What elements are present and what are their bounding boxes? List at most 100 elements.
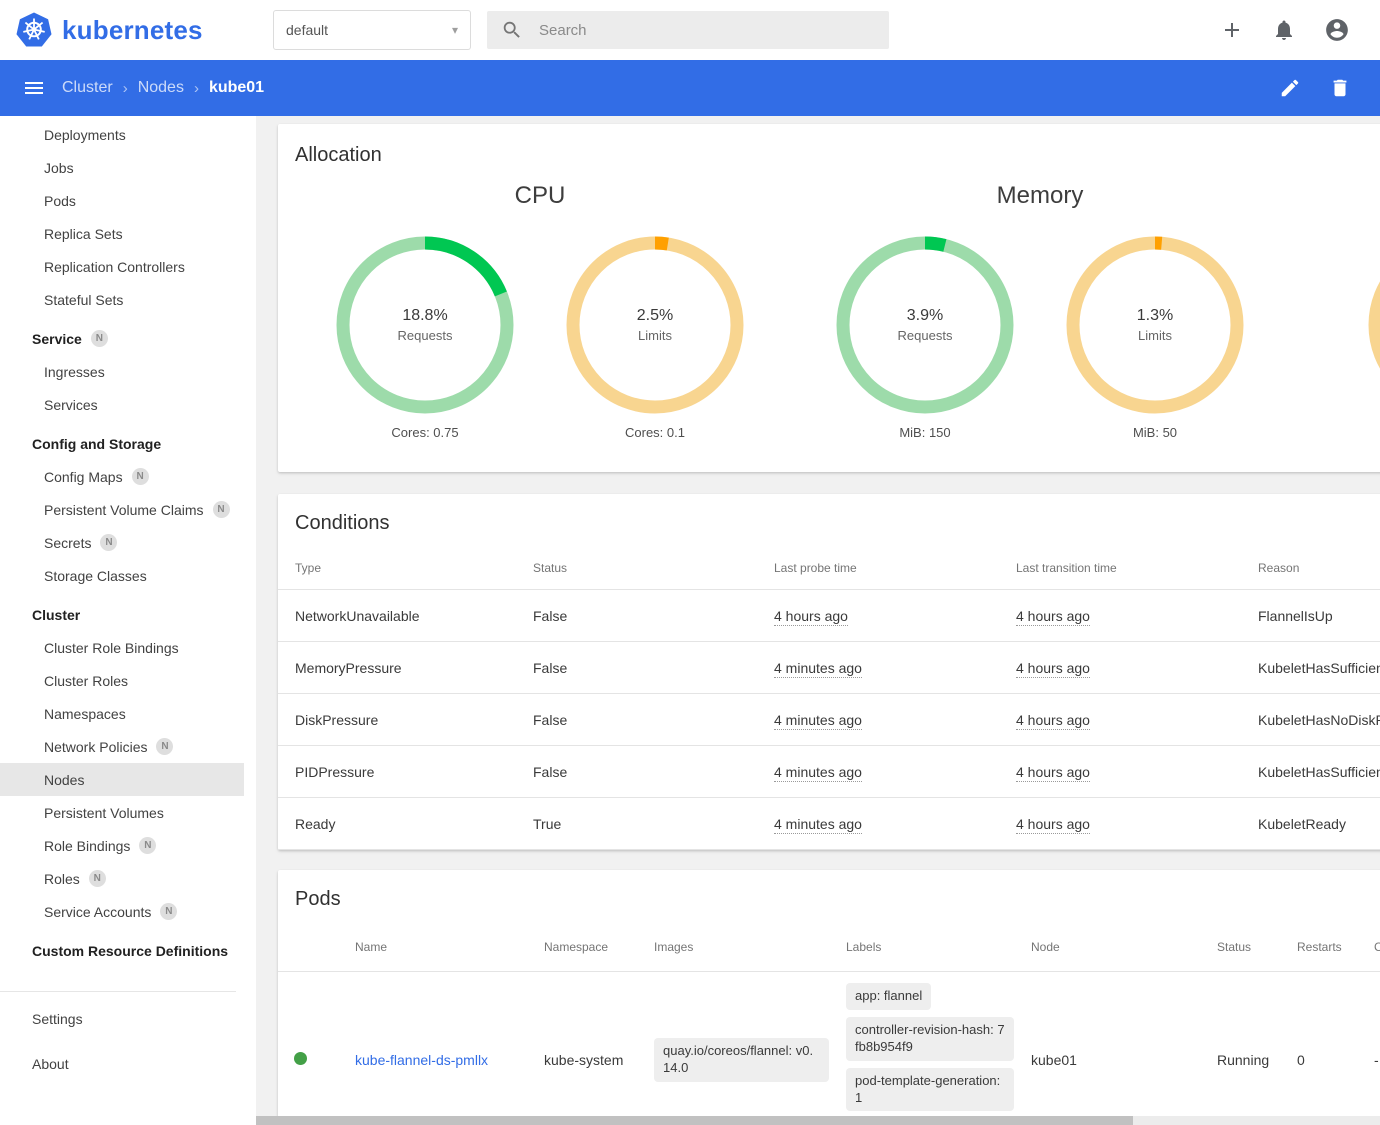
create-plus-icon[interactable]	[1220, 18, 1244, 42]
kubernetes-logo[interactable]: kubernetes	[0, 12, 257, 48]
sidebar-item-stateful-sets[interactable]: Stateful Sets	[0, 283, 256, 316]
condition-reason: KubeletHasNoDiskPressure	[1241, 693, 1380, 746]
sidebar-item-label: Config and Storage	[32, 435, 162, 452]
condition-status: False	[516, 641, 757, 694]
relative-time-link[interactable]: 4 hours ago	[1016, 711, 1090, 730]
sidebar-item-network-policies[interactable]: Network Policies N	[0, 730, 256, 763]
donut-caption: Cores: 0.1	[625, 425, 685, 440]
sidebar-divider	[0, 991, 236, 992]
donut-caption: MiB: 50	[1132, 425, 1178, 440]
breadcrumb-nodes[interactable]: Nodes	[138, 79, 184, 97]
condition-reason: FlannelIsUp	[1241, 589, 1380, 642]
namespace-selector[interactable]: default ▾	[273, 10, 471, 50]
sidebar-item-config-and-storage[interactable]: Config and Storage	[0, 427, 256, 460]
donut-percent-value: 3.9%	[906, 307, 944, 324]
column-header-name: Name	[339, 923, 528, 972]
relative-time-link[interactable]: 4 hours ago	[1016, 763, 1090, 782]
sidebar-item-about[interactable]: About	[0, 1041, 256, 1086]
pods-table-body: kube-flannel-ds-pmllx kube-system quay.io/…	[278, 971, 1380, 1125]
sidebar-item-label: Settings	[32, 1010, 83, 1027]
delete-trash-icon[interactable]	[1329, 77, 1351, 99]
relative-time-link[interactable]: 4 hours ago	[1016, 659, 1090, 678]
sidebar-item-cluster-role-bindings[interactable]: Cluster Role Bindings	[0, 631, 256, 664]
sidebar-item-jobs[interactable]: Jobs	[0, 151, 256, 184]
condition-row: PIDPressure False 4 minutes ago 4 hours ago…	[278, 745, 1380, 798]
header-actions	[1220, 17, 1380, 43]
column-header-label: Labels	[846, 940, 882, 954]
sidebar-item-label: Persistent Volume Claims	[44, 501, 204, 518]
main-content: Allocation CPU 18.8% Requests Cores: 0.75 2.…	[256, 116, 1380, 1125]
pod-row: kube-flannel-ds-pmllx kube-system quay.io/…	[278, 971, 1380, 1125]
relative-time-link[interactable]: 4 hours ago	[774, 607, 848, 626]
relative-time-link[interactable]: 4 hours ago	[1016, 815, 1090, 834]
sidebar-item-storage-classes[interactable]: Storage Classes	[0, 559, 256, 592]
column-header-restarts: Restarts	[1281, 923, 1358, 972]
relative-time-link[interactable]: 4 minutes ago	[774, 659, 862, 678]
relative-time-link[interactable]: 4 minutes ago	[774, 763, 862, 782]
conditions-title: Conditions	[295, 512, 390, 534]
sidebar-item-cluster[interactable]: Cluster	[0, 598, 256, 631]
pod-name-link[interactable]: kube-flannel-ds-pmllx	[355, 1052, 488, 1068]
column-header-label: Namespace	[544, 940, 609, 954]
sidebar-item-replication-controllers[interactable]: Replication Controllers	[0, 250, 256, 283]
sidebar-item-replica-sets[interactable]: Replica Sets	[0, 217, 256, 250]
donut-caption: Cores: 0.75	[391, 425, 459, 440]
condition-last-probe-time: 4 minutes ago	[757, 797, 999, 850]
sidebar-item-deployments[interactable]: Deployments	[0, 118, 256, 151]
notifications-bell-icon[interactable]	[1272, 18, 1296, 42]
condition-type: Ready	[278, 797, 516, 850]
scrollbar-thumb[interactable]	[256, 1116, 1133, 1125]
sidebar-item-label: Stateful Sets	[44, 291, 124, 308]
sidebar-item-role-bindings[interactable]: Role Bindings N	[0, 829, 256, 862]
account-circle-icon[interactable]	[1324, 17, 1350, 43]
sidebar-item-services[interactable]: Services	[0, 388, 256, 421]
column-header-label: Images	[654, 940, 694, 954]
sidebar-item-pods[interactable]: Pods	[0, 184, 256, 217]
pod-status-ok-icon	[294, 1051, 307, 1065]
sidebar-item-service[interactable]: Service N	[0, 322, 256, 355]
pod-label-chip: pod-template-generation: 1	[846, 1067, 1014, 1112]
sidebar-item-ingresses[interactable]: Ingresses	[0, 355, 256, 388]
resource-actions	[1279, 77, 1380, 99]
sidebar-item-secrets[interactable]: Secrets N	[0, 526, 256, 559]
column-header-type: Type	[295, 561, 322, 575]
sidebar-item-config-maps[interactable]: Config Maps N	[0, 460, 256, 493]
sidebar-item-persistent-volumes[interactable]: Persistent Volumes	[0, 796, 256, 829]
pod-labels-cell: app: flannel controller-revision-hash: 7f…	[830, 971, 1015, 1125]
column-header-images: Images	[638, 923, 830, 972]
sidebar-item-nodes[interactable]: Nodes	[0, 763, 244, 796]
breadcrumb-current: kube01	[208, 79, 265, 96]
column-header-status	[278, 923, 339, 972]
namespaced-badge: N	[160, 903, 178, 920]
donut-center-label: 3.9% Requests	[833, 233, 1017, 417]
sidebar-item-roles[interactable]: Roles N	[0, 862, 256, 895]
donut-row: 18.8% Requests Cores: 0.75 2.5% Limits Cores:…	[333, 233, 747, 440]
edit-pencil-icon[interactable]	[1279, 77, 1301, 99]
condition-last-transition-time: 4 hours ago	[999, 641, 1241, 694]
relative-time-link[interactable]: 4 hours ago	[1016, 607, 1090, 626]
search-bar[interactable]	[487, 11, 889, 49]
donut-center-label: 18.8% Requests	[333, 233, 517, 417]
breadcrumb-cluster[interactable]: Cluster	[62, 79, 113, 97]
condition-type: PIDPressure	[278, 745, 516, 798]
search-input[interactable]	[537, 20, 875, 40]
hamburger-menu-icon[interactable]	[0, 76, 60, 100]
sidebar-item-label: Service	[32, 330, 82, 347]
pods-card: Pods Name Namespace Images Labels Node Status…	[278, 870, 1380, 1125]
condition-last-transition-time: 4 hours ago	[999, 745, 1241, 798]
relative-time-link[interactable]: 4 minutes ago	[774, 815, 862, 834]
sidebar-item-custom-resource-definitions[interactable]: Custom Resource Definitions	[0, 934, 256, 967]
sidebar-item-cluster-roles[interactable]: Cluster Roles	[0, 664, 256, 697]
sidebar-item-label: Storage Classes	[44, 567, 147, 584]
sidebar-item-namespaces[interactable]: Namespaces	[0, 697, 256, 730]
sidebar-item-settings[interactable]: Settings	[0, 996, 256, 1041]
horizontal-scrollbar[interactable]	[256, 1116, 1380, 1125]
condition-row: DiskPressure False 4 minutes ago 4 hours ag…	[278, 693, 1380, 746]
sidebar-nav: Deployments Jobs Pods Replica Sets Replicati…	[0, 116, 256, 967]
relative-time-link[interactable]: 4 minutes ago	[774, 711, 862, 730]
sidebar-item-service-accounts[interactable]: Service Accounts N	[0, 895, 256, 928]
donut-row: 3.9% Requests MiB: 150 1.3% Limits MiB: 50	[833, 233, 1247, 440]
allocation-card: Allocation CPU 18.8% Requests Cores: 0.75 2.…	[278, 124, 1380, 472]
column-header-labels: Labels	[830, 923, 1015, 972]
sidebar-item-persistent-volume-claims[interactable]: Persistent Volume Claims N	[0, 493, 256, 526]
